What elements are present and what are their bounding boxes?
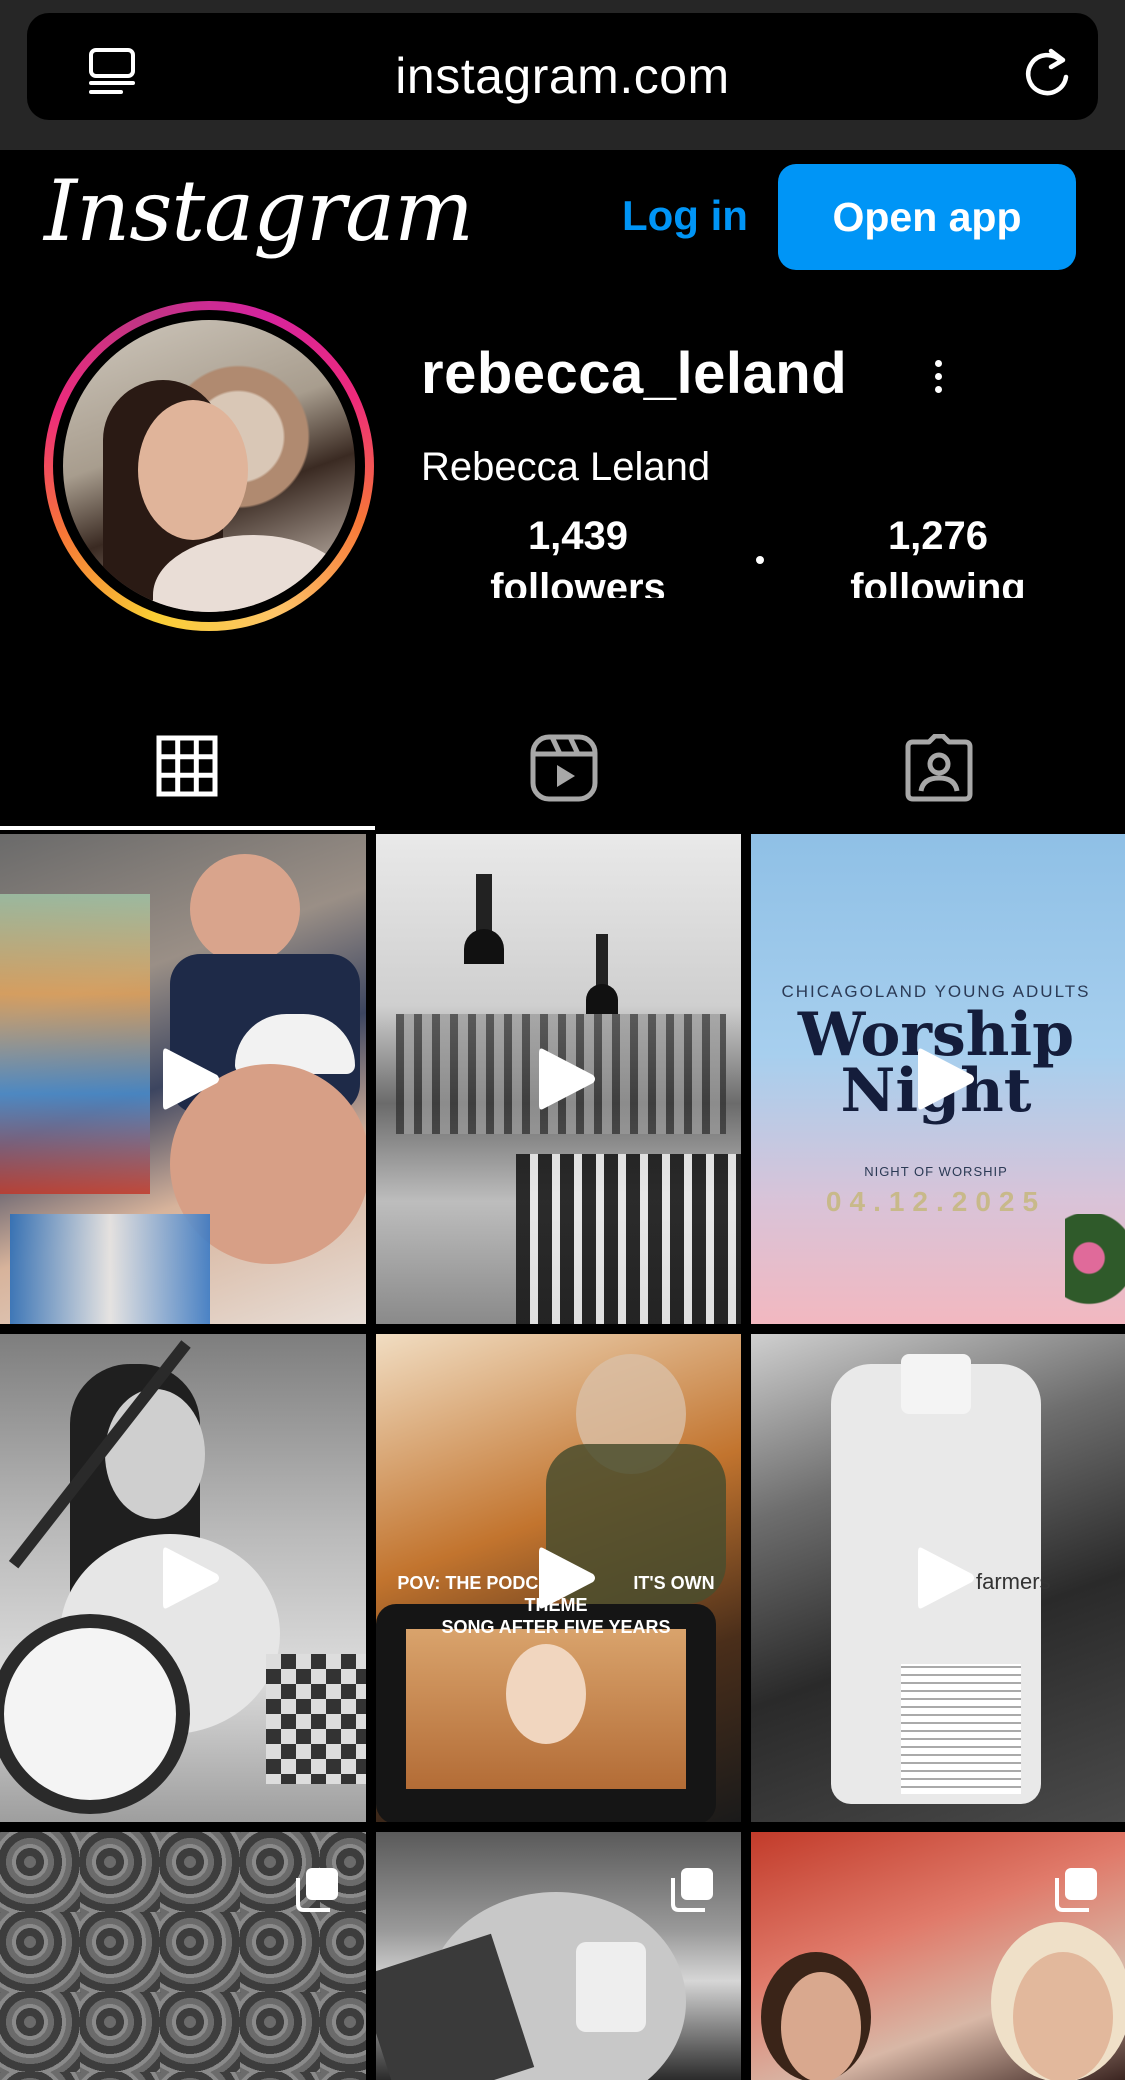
play-icon (163, 1547, 219, 1609)
profile-tabs (0, 710, 1125, 830)
post-thumbnail[interactable] (751, 1832, 1125, 2080)
post-thumbnail[interactable] (0, 1832, 366, 2080)
following-count: 1,276 (887, 514, 989, 558)
play-icon (918, 1048, 974, 1110)
post-thumbnail[interactable] (0, 834, 366, 1324)
tagged-icon (905, 734, 973, 802)
following-label: following (850, 566, 1026, 598)
instagram-header: Instagram Log in Open app (0, 150, 1125, 280)
post-overlay-subtitle: CHICAGOLAND YOUNG ADULTS (781, 982, 1091, 1001)
play-icon (538, 1048, 595, 1110)
instagram-logo[interactable]: Instagram (44, 162, 474, 260)
tab-reels[interactable] (375, 710, 750, 830)
post-thumbnail[interactable] (376, 1832, 741, 2080)
post-overlay-caption: NIGHT OF WORSHIP (864, 1164, 1008, 1179)
post-thumbnail[interactable] (376, 834, 741, 1324)
reload-icon[interactable] (1021, 47, 1073, 99)
profile-username: rebecca_leland (421, 341, 848, 406)
login-link[interactable]: Log in (622, 192, 748, 240)
play-icon (163, 1048, 219, 1110)
carousel-icon (1055, 1868, 1097, 1912)
post-thumbnail[interactable]: POV: THE PODCAS IT'S OWN THEME SONG AFTE… (376, 1334, 741, 1822)
carousel-icon (296, 1868, 338, 1912)
following-stat[interactable]: 1,276 following (838, 510, 1038, 598)
profile-full-name: Rebecca Leland (421, 445, 711, 489)
avatar (63, 320, 355, 612)
followers-label: followers (490, 566, 666, 598)
followers-count: 1,439 (527, 514, 629, 558)
play-icon (918, 1547, 974, 1609)
post-grid: CHICAGOLAND YOUNG ADULTS Worship Night N… (0, 834, 1125, 2080)
post-overlay-line: SONG AFTER FIVE YEARS (441, 1617, 671, 1637)
play-icon (538, 1547, 595, 1609)
address-bar[interactable]: instagram.com (27, 13, 1098, 120)
grid-icon (156, 735, 218, 797)
post-thumbnail[interactable] (0, 1334, 366, 1822)
post-thumbnail[interactable]: CHICAGOLAND YOUNG ADULTS Worship Night N… (751, 834, 1125, 1324)
followers-stat[interactable]: 1,439 followers (478, 510, 678, 598)
open-app-button[interactable]: Open app (778, 164, 1076, 270)
tab-posts[interactable] (0, 710, 375, 830)
reels-icon (530, 734, 598, 802)
more-options-icon[interactable] (928, 360, 948, 406)
avatar-story-ring[interactable] (44, 301, 374, 631)
stat-separator (756, 556, 764, 564)
post-overlay-brand: farmers (976, 1569, 1051, 1594)
browser-chrome: instagram.com (0, 0, 1125, 150)
carousel-icon (671, 1868, 713, 1912)
tab-tagged[interactable] (750, 710, 1125, 830)
post-thumbnail[interactable]: farmers (751, 1334, 1125, 1822)
url-text[interactable]: instagram.com (27, 47, 1098, 105)
